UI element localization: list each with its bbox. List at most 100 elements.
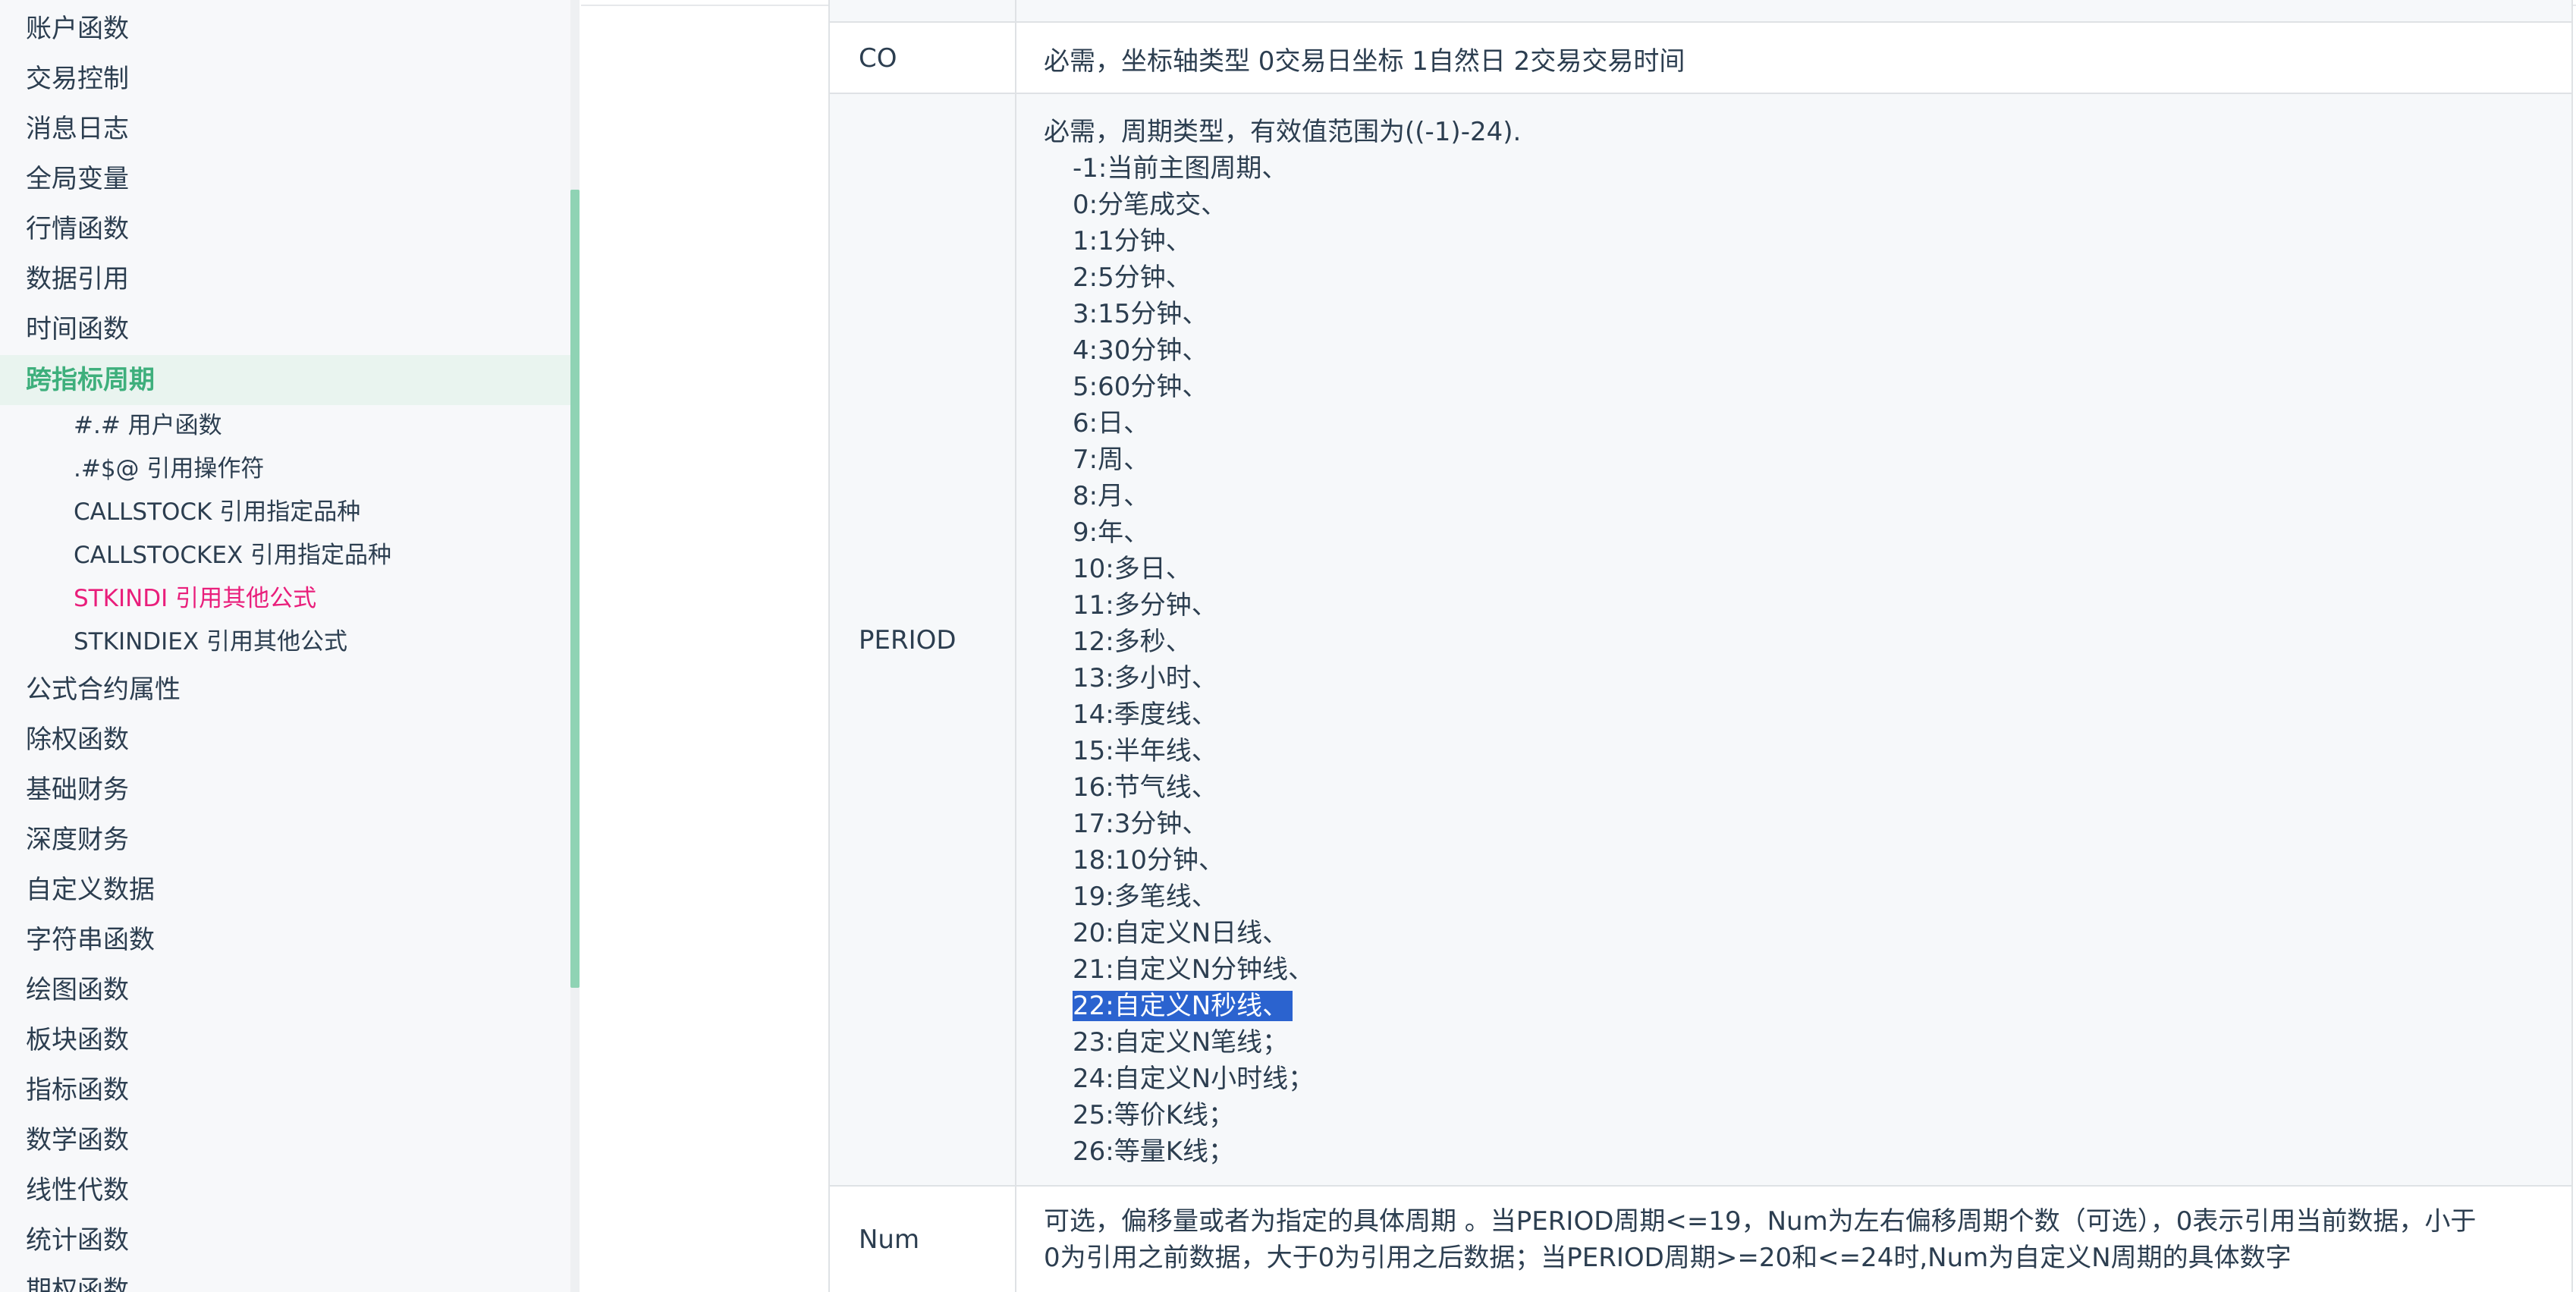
- period-option: 14:季度线、: [1044, 696, 2549, 733]
- period-option: 24:自定义N小时线；: [1044, 1061, 2549, 1097]
- sidebar-subitem-callstockex[interactable]: CALLSTOCKEX 引用指定品种: [0, 534, 570, 577]
- period-option-text: 8:月、: [1073, 481, 1150, 511]
- period-option: 21:自定义N分钟线、: [1044, 951, 2549, 988]
- sidebar-item-trade-control[interactable]: 交易控制: [0, 54, 570, 104]
- sidebar-item-cross-indicator-period[interactable]: 跨指标周期: [0, 355, 570, 405]
- period-option-text: 3:15分钟、: [1073, 299, 1208, 329]
- period-option: 12:多秒、: [1044, 624, 2549, 660]
- period-option-text: 15:半年线、: [1073, 736, 1217, 766]
- param-name-cell: [828, 0, 1016, 23]
- period-option: 23:自定义N笔线；: [1044, 1024, 2549, 1061]
- period-option: 6:日、: [1044, 405, 2549, 442]
- period-option-text: 25:等价K线；: [1073, 1100, 1235, 1130]
- period-option: 26:等量K线；: [1044, 1133, 2549, 1170]
- sidebar-item-data-reference[interactable]: 数据引用: [0, 254, 570, 304]
- period-desc-head: 必需，周期类型，有效值范围为((-1)-24).: [1044, 117, 1522, 147]
- sidebar-subitem-user-function[interactable]: #.# 用户函数: [0, 404, 570, 448]
- period-option: 0:分笔成交、: [1044, 187, 2549, 223]
- period-option-text: 24:自定义N小时线；: [1073, 1064, 1315, 1094]
- period-option: 15:半年线、: [1044, 733, 2549, 769]
- sidebar-item-indicator-functions[interactable]: 指标函数: [0, 1065, 570, 1115]
- period-option-text: 16:节气线、: [1073, 772, 1217, 803]
- page: 账户函数 交易控制 消息日志 全局变量 行情函数 数据引用 时间函数 跨指标周期…: [0, 0, 2576, 1292]
- period-option: 5:60分钟、: [1044, 369, 2549, 405]
- sidebar-item-custom-data[interactable]: 自定义数据: [0, 865, 570, 915]
- period-option: 22:自定义N秒线、: [1044, 988, 2549, 1024]
- sidebar-item-quote-functions[interactable]: 行情函数: [0, 204, 570, 254]
- param-name-co: CO: [828, 23, 1016, 94]
- period-option-text: 4:30分钟、: [1073, 335, 1208, 366]
- sidebar-item-basic-finance[interactable]: 基础财务: [0, 765, 570, 815]
- period-option: 16:节气线、: [1044, 769, 2549, 806]
- period-option: 17:3分钟、: [1044, 806, 2549, 842]
- period-option-text: 12:多秒、: [1073, 627, 1192, 657]
- sidebar-item-formula-contract-attributes[interactable]: 公式合约属性: [0, 665, 570, 715]
- sidebar-item-sector-functions[interactable]: 板块函数: [0, 1015, 570, 1065]
- period-option: 25:等价K线；: [1044, 1097, 2549, 1133]
- sidebar: 账户函数 交易控制 消息日志 全局变量 行情函数 数据引用 时间函数 跨指标周期…: [0, 0, 570, 1292]
- sidebar-item-deep-finance[interactable]: 深度财务: [0, 815, 570, 865]
- period-option-text: 18:10分钟、: [1073, 845, 1224, 875]
- sidebar-subitem-stkindi[interactable]: STKINDI 引用其他公式: [0, 577, 570, 621]
- sidebar-item-global-variables[interactable]: 全局变量: [0, 154, 570, 204]
- period-option: 7:周、: [1044, 442, 2549, 478]
- period-option: 3:15分钟、: [1044, 296, 2549, 332]
- table-row-num: Num 可选，偏移量或者为指定的具体周期 。当PERIOD周期<=19，Num为…: [828, 1185, 2573, 1292]
- period-option-text: 14:季度线、: [1073, 699, 1217, 730]
- period-option-text: 26:等量K线；: [1073, 1136, 1235, 1167]
- period-option-text: 0:分笔成交、: [1073, 190, 1227, 220]
- num-desc-line-1: 可选，偏移量或者为指定的具体周期 。当PERIOD周期<=19，Num为左右偏移…: [1044, 1206, 2477, 1237]
- period-option-text: 21:自定义N分钟线、: [1073, 954, 1315, 985]
- sidebar-item-time-functions[interactable]: 时间函数: [0, 304, 570, 354]
- period-options-list: -1:当前主图周期、 0:分笔成交、 1:1分钟、 2:5分钟、 3:15分钟、 4:30…: [1044, 150, 2549, 1170]
- sidebar-scrollbar-thumb[interactable]: [570, 190, 580, 988]
- period-option-text: 9:年、: [1073, 517, 1150, 548]
- period-option: 18:10分钟、: [1044, 842, 2549, 879]
- period-option-text: 11:多分钟、: [1073, 590, 1217, 621]
- period-option-text: 19:多笔线、: [1073, 882, 1217, 912]
- param-desc-period: 必需，周期类型，有效值范围为((-1)-24). -1:当前主图周期、 0:分笔成…: [1016, 94, 2573, 1187]
- sidebar-item-message-log[interactable]: 消息日志: [0, 104, 570, 154]
- sidebar-subitem-callstock[interactable]: CALLSTOCK 引用指定品种: [0, 491, 570, 534]
- sidebar-item-math-functions[interactable]: 数学函数: [0, 1115, 570, 1165]
- sidebar-subitem-reference-operator[interactable]: .#$@ 引用操作符: [0, 448, 570, 491]
- table-row-period: PERIOD 必需，周期类型，有效值范围为((-1)-24). -1:当前主图周…: [828, 93, 2573, 1187]
- period-option: 9:年、: [1044, 514, 2549, 551]
- period-option: 2:5分钟、: [1044, 259, 2549, 296]
- period-option: 19:多笔线、: [1044, 879, 2549, 915]
- period-option-text: 5:60分钟、: [1073, 372, 1208, 402]
- param-desc-co: 必需，坐标轴类型 0交易日坐标 1自然日 2交易交易时间: [1016, 23, 2573, 94]
- param-desc-cell: [1016, 0, 2573, 23]
- period-option-text: -1:当前主图周期、: [1073, 153, 1288, 184]
- period-option-text: 7:周、: [1073, 445, 1150, 475]
- period-option: 8:月、: [1044, 478, 2549, 514]
- period-option-selected-text: 22:自定义N秒线、: [1073, 991, 1293, 1021]
- period-option-text: 6:日、: [1073, 408, 1150, 439]
- param-name-num: Num: [828, 1187, 1016, 1292]
- period-option-text: 17:3分钟、: [1073, 809, 1208, 839]
- param-name-period: PERIOD: [828, 94, 1016, 1187]
- period-option: 20:自定义N日线、: [1044, 915, 2549, 951]
- table-row-previous: [828, 0, 2573, 23]
- period-option-text: 20:自定义N日线、: [1073, 918, 1289, 948]
- param-desc-num: 可选，偏移量或者为指定的具体周期 。当PERIOD周期<=19，Num为左右偏移…: [1016, 1187, 2573, 1292]
- sidebar-item-account-functions[interactable]: 账户函数: [0, 4, 570, 54]
- sidebar-subitem-stkindiex[interactable]: STKINDIEX 引用其他公式: [0, 621, 570, 664]
- sidebar-item-statistics-functions[interactable]: 统计函数: [0, 1215, 570, 1265]
- period-option: 10:多日、: [1044, 551, 2549, 587]
- table-row-co: CO 必需，坐标轴类型 0交易日坐标 1自然日 2交易交易时间: [828, 21, 2573, 94]
- sidebar-item-ex-rights-functions[interactable]: 除权函数: [0, 715, 570, 765]
- sidebar-item-string-functions[interactable]: 字符串函数: [0, 915, 570, 965]
- period-option: 13:多小时、: [1044, 660, 2549, 696]
- period-option-text: 23:自定义N笔线；: [1073, 1027, 1289, 1058]
- period-option: 4:30分钟、: [1044, 332, 2549, 369]
- sidebar-item-linear-algebra[interactable]: 线性代数: [0, 1165, 570, 1215]
- sidebar-item-drawing-functions[interactable]: 绘图函数: [0, 965, 570, 1015]
- period-option-text: 1:1分钟、: [1073, 226, 1192, 256]
- period-option-text: 10:多日、: [1073, 554, 1192, 584]
- period-option-text: 2:5分钟、: [1073, 262, 1192, 293]
- period-option: 11:多分钟、: [1044, 587, 2549, 624]
- sidebar-item-option-functions[interactable]: 期权函数: [0, 1265, 570, 1292]
- period-option-text: 13:多小时、: [1073, 663, 1217, 693]
- period-option: -1:当前主图周期、: [1044, 150, 2549, 187]
